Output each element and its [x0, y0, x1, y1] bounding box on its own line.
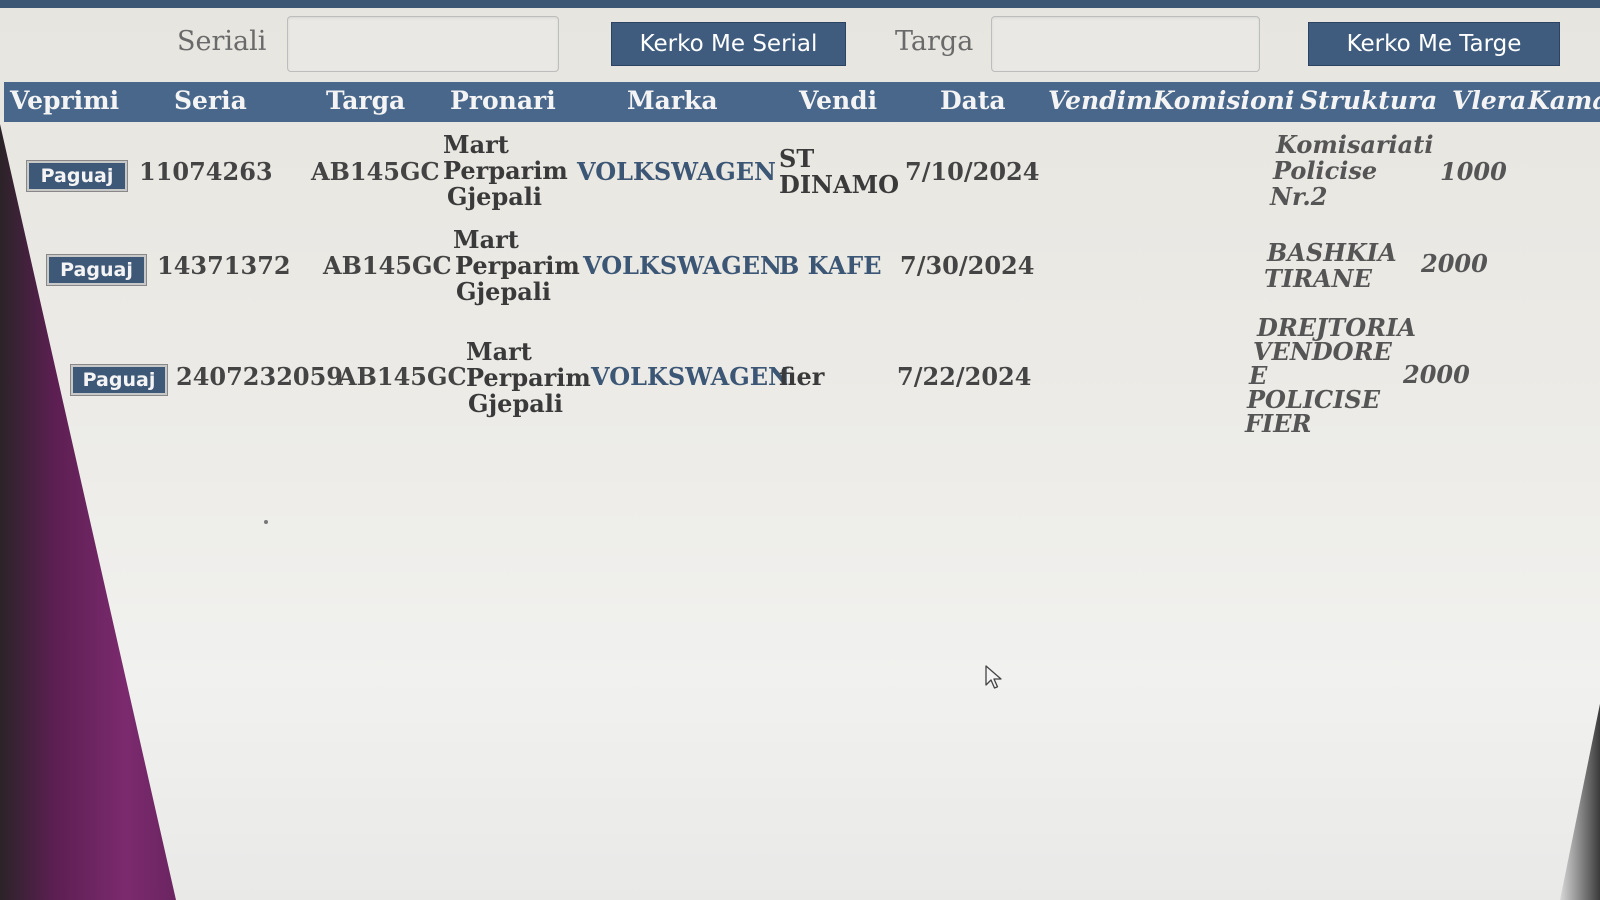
- cell-vendi: ST DINAMO: [779, 146, 899, 198]
- structure-line: BASHKIA: [1267, 238, 1397, 267]
- cell-targa: AB145GC: [311, 157, 440, 186]
- plate-label: Targa: [895, 26, 974, 57]
- place-line: ST: [779, 144, 815, 173]
- structure-line: Komisariati: [1276, 130, 1434, 159]
- cell-marka: VOLKSWAGEN: [591, 362, 790, 391]
- cell-pronari: Mart Perparim Gjepali: [466, 339, 591, 417]
- owner-last-name: Gjepali: [447, 182, 543, 211]
- owner-middle-name: Perparim: [455, 251, 580, 280]
- header-seria: Seria: [174, 86, 247, 115]
- owner-first-name: Mart: [466, 337, 532, 366]
- cell-marka: VOLKSWAGEN: [583, 251, 782, 280]
- header-pronari: Pronari: [450, 86, 556, 115]
- header-vendi: Vendi: [799, 86, 878, 115]
- cell-pronari: Mart Perparim Gjepali: [453, 227, 580, 305]
- cell-pronari: Mart Perparim Gjepali: [443, 132, 568, 210]
- search-by-serial-button[interactable]: Kerko Me Serial: [611, 22, 846, 66]
- mouse-pointer-icon: [985, 665, 1002, 689]
- cell-seria: 2407232059: [176, 362, 343, 391]
- structure-line: VENDORE: [1253, 337, 1392, 366]
- screen-speck: [264, 520, 268, 524]
- header-vendim-komisioni: VendimKomisioni: [1048, 86, 1295, 115]
- cell-struktura: DREJTORIA VENDORE E POLICISE FIER: [1245, 316, 1416, 436]
- cell-marka: VOLKSWAGEN: [577, 157, 776, 186]
- place-line: DINAMO: [779, 170, 900, 199]
- cell-struktura: BASHKIA TIRANE: [1264, 238, 1397, 293]
- owner-first-name: Mart: [453, 225, 519, 254]
- cell-data: 7/10/2024: [905, 157, 1040, 186]
- structure-line: Nr.2: [1270, 182, 1328, 211]
- cell-targa: AB145GC: [323, 251, 452, 280]
- cell-seria: 14371372: [157, 251, 291, 280]
- structure-line: FIER: [1245, 409, 1312, 438]
- place-line: fier: [779, 362, 825, 391]
- owner-first-name: Mart: [443, 130, 509, 159]
- header-marka: Marka: [627, 86, 718, 115]
- structure-line: TIRANE: [1264, 264, 1372, 293]
- cell-data: 7/22/2024: [897, 362, 1032, 391]
- app-screen: Seriali Kerko Me Serial Targa Kerko Me T…: [0, 8, 1600, 900]
- cell-seria: 11074263: [139, 157, 273, 186]
- plate-input[interactable]: [991, 16, 1260, 72]
- owner-last-name: Gjepali: [456, 277, 552, 306]
- owner-middle-name: Perparim: [443, 156, 568, 185]
- header-vlera: Vlera: [1452, 86, 1527, 115]
- header-data: Data: [940, 86, 1006, 115]
- header-struktura: Struktura: [1300, 86, 1438, 115]
- pay-button[interactable]: Paguaj: [71, 365, 167, 395]
- serial-label: Seriali: [177, 26, 267, 57]
- owner-last-name: Gjepali: [468, 389, 564, 418]
- header-targa: Targa: [326, 86, 406, 115]
- cell-vlera: 2000: [1421, 249, 1488, 278]
- place-line: B KAFE: [779, 251, 882, 280]
- search-by-plate-button[interactable]: Kerko Me Targe: [1308, 22, 1560, 66]
- cell-targa: AB145GC: [338, 362, 467, 391]
- pay-button[interactable]: Paguaj: [27, 161, 127, 191]
- search-bar: Seriali Kerko Me Serial Targa Kerko Me T…: [0, 8, 1600, 82]
- structure-line: Policise: [1273, 156, 1378, 185]
- header-kama: Kama: [1528, 86, 1600, 115]
- cell-data: 7/30/2024: [900, 251, 1035, 280]
- header-veprimi: Veprimi: [10, 86, 120, 115]
- owner-middle-name: Perparim: [466, 363, 591, 392]
- cell-vendi: fier: [779, 364, 824, 390]
- cell-vendi: B KAFE: [779, 253, 881, 279]
- pay-button[interactable]: Paguaj: [47, 255, 146, 285]
- cell-struktura: Komisariati Policise Nr.2: [1270, 130, 1434, 210]
- serial-input[interactable]: [287, 16, 559, 72]
- table-header: Veprimi Seria Targa Pronari Marka Vendi …: [4, 82, 1600, 122]
- top-strip: [0, 0, 1600, 8]
- cell-vlera: 2000: [1403, 360, 1470, 389]
- cell-vlera: 1000: [1440, 157, 1507, 186]
